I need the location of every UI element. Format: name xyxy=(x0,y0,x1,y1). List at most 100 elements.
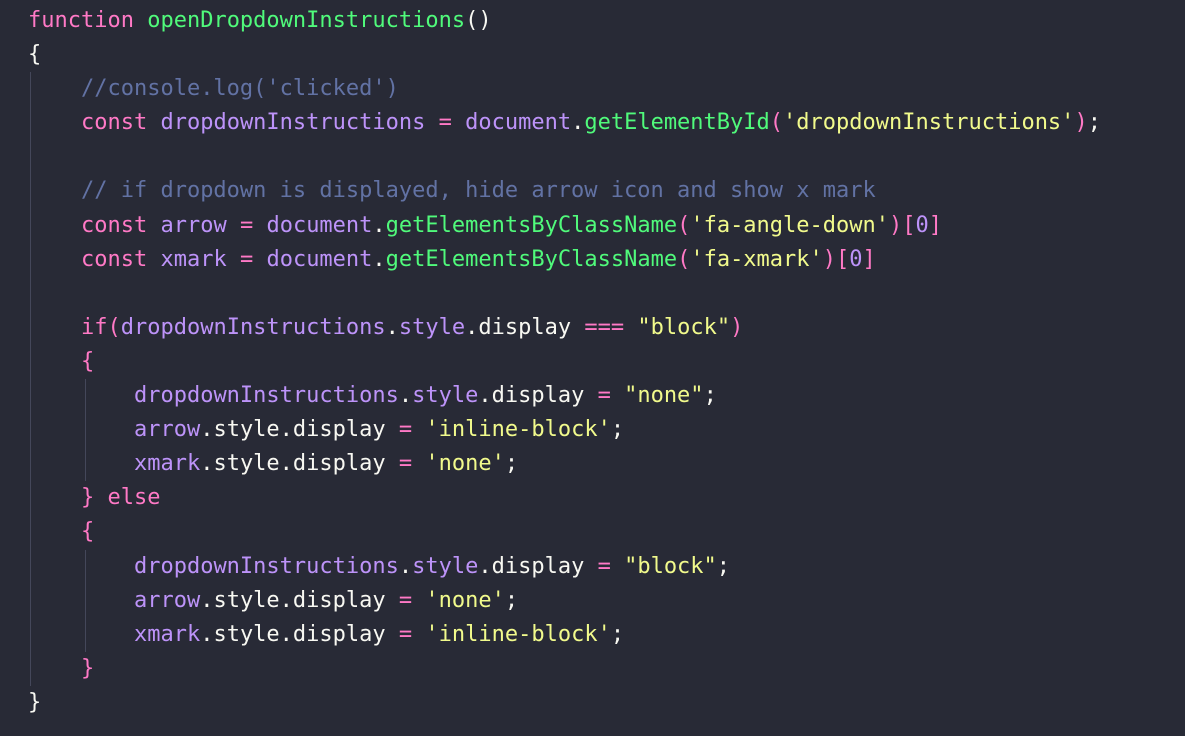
code-token: === xyxy=(584,314,625,340)
code-line: //console.log('clicked') xyxy=(0,72,1185,107)
code-token: [ xyxy=(902,212,916,238)
code-token: 'none' xyxy=(425,451,505,477)
code-line: const dropdownInstructions = document.ge… xyxy=(0,106,1185,141)
code-line: xmark.style.display = 'none'; xyxy=(0,447,1185,482)
code-token: ( xyxy=(677,212,691,238)
code-token: ; xyxy=(610,417,625,443)
code-token: () xyxy=(465,8,492,33)
indent-guide xyxy=(30,72,31,107)
indent-guide xyxy=(30,174,31,209)
code-token: const xyxy=(80,212,148,238)
code-line: } else xyxy=(0,481,1185,516)
indent-guide xyxy=(30,651,31,686)
code-token: getElementById xyxy=(584,110,770,136)
code-token: . xyxy=(571,110,585,136)
code-line: arrow.style.display = 'inline-block'; xyxy=(0,413,1185,448)
code-token: getElementsByClassName xyxy=(385,212,678,238)
code-token: document xyxy=(266,246,373,272)
code-token: ( xyxy=(769,110,784,136)
indent-guide xyxy=(30,549,31,584)
indent-guide xyxy=(30,344,31,380)
code-line: dropdownInstructions.style.display = "bl… xyxy=(0,549,1185,584)
code-token: = xyxy=(226,246,267,272)
code-token: arrow xyxy=(133,587,201,613)
indent-guide xyxy=(85,413,86,448)
indent-guide xyxy=(85,583,86,618)
code-token: style xyxy=(412,553,479,579)
code-token: ] xyxy=(928,212,943,238)
code-token: } xyxy=(80,655,95,681)
indent-guide xyxy=(30,583,31,618)
indent-guide xyxy=(30,379,31,414)
indent-guide xyxy=(30,515,31,550)
indent-guide xyxy=(30,140,31,175)
code-line: { xyxy=(0,515,1185,550)
indent-guide xyxy=(30,310,31,345)
code-token: .display xyxy=(465,314,585,340)
code-token: .style.display xyxy=(200,621,399,647)
code-line: dropdownInstructions.style.display = "no… xyxy=(0,379,1185,414)
code-token: { xyxy=(28,42,42,68)
code-token: = xyxy=(398,417,413,443)
code-token: = xyxy=(398,451,413,477)
code-line: arrow.style.display = 'none'; xyxy=(0,583,1185,618)
code-token: document xyxy=(266,212,373,238)
code-token: 0 xyxy=(849,246,863,272)
code-token: . xyxy=(372,246,386,272)
code-token: 'fa-angle-down' xyxy=(690,212,890,238)
code-line: const arrow = document.getElementsByClas… xyxy=(0,208,1185,243)
code-token: = xyxy=(425,110,466,136)
indent-guide xyxy=(30,276,31,311)
indent-guide xyxy=(30,208,31,243)
code-token: ] xyxy=(862,246,876,272)
code-token: ; xyxy=(504,587,519,613)
indent-guide xyxy=(85,447,86,482)
code-editor[interactable]: function openDropdownInstructions(){ //c… xyxy=(0,0,1185,736)
code-token: .display xyxy=(478,383,598,409)
indent-guide xyxy=(85,617,86,652)
code-token: ) xyxy=(889,212,903,238)
code-token: ; xyxy=(703,383,717,409)
indent-guide xyxy=(85,379,86,414)
code-lines: function openDropdownInstructions(){ //c… xyxy=(0,4,1185,720)
code-token: .style.display xyxy=(200,417,399,443)
code-token: const xyxy=(80,246,148,272)
code-token: } xyxy=(28,689,42,715)
code-token: document xyxy=(465,110,572,136)
code-token: else xyxy=(107,485,161,511)
code-token: openDropdownInstructions xyxy=(147,8,466,33)
code-token: ) xyxy=(822,246,837,272)
code-line: { xyxy=(0,344,1185,380)
code-line xyxy=(0,276,1185,311)
code-token: { xyxy=(80,519,95,545)
code-token: [ xyxy=(836,246,850,272)
code-token: getElementsByClassName xyxy=(385,246,678,272)
code-line: xmark.style.display = 'inline-block'; xyxy=(0,617,1185,652)
code-line: const xmark = document.getElementsByClas… xyxy=(0,242,1185,277)
code-token: // if dropdown is displayed, hide arrow … xyxy=(80,178,876,204)
code-token: = xyxy=(398,621,413,647)
code-token: } xyxy=(80,485,95,511)
code-token: .style.display xyxy=(200,587,399,613)
code-line: if(dropdownInstructions.style.display ==… xyxy=(0,310,1185,345)
indent-guide xyxy=(30,481,31,516)
indent-guide xyxy=(30,106,31,141)
code-token: arrow xyxy=(133,417,201,443)
code-token: = xyxy=(226,212,267,238)
